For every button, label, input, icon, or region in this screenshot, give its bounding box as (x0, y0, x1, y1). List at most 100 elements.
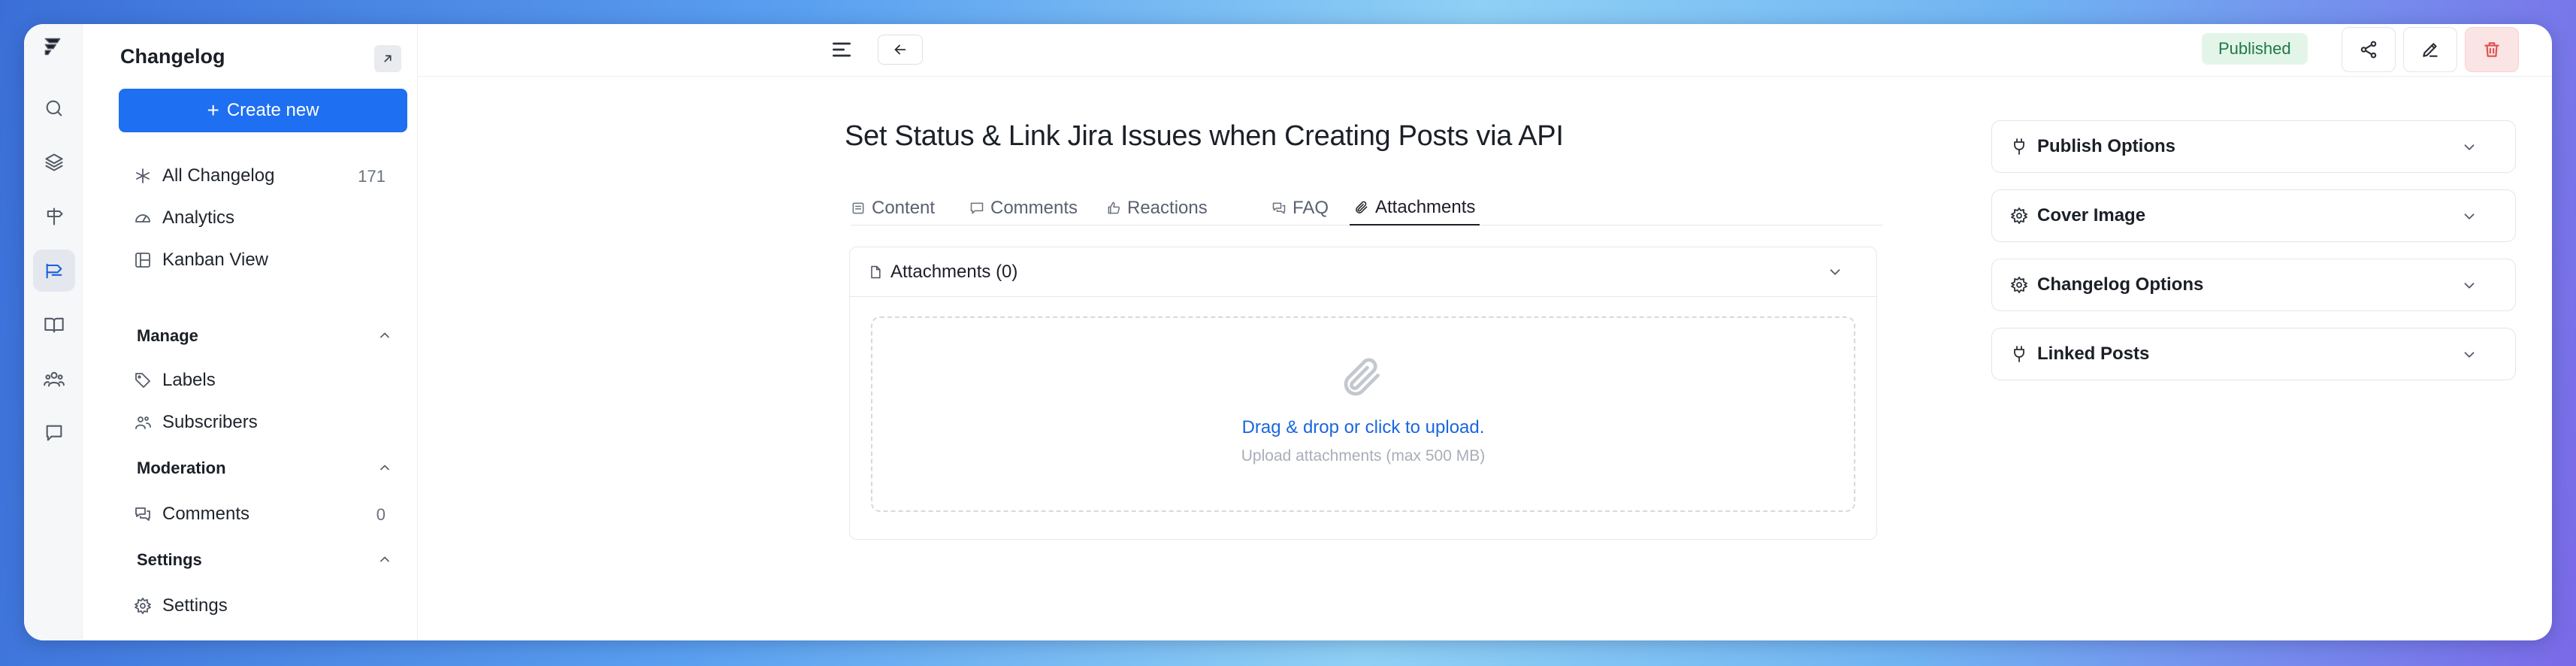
create-new-label: Create new (226, 100, 319, 120)
rail-search-icon[interactable] (33, 87, 75, 129)
tab-label: Content (872, 198, 936, 218)
rail-chat-icon[interactable] (33, 412, 75, 454)
accordion-label: Linked Posts (2037, 344, 2150, 364)
share-icon (2360, 41, 2377, 59)
toggle-outline-button[interactable] (830, 38, 854, 62)
gauge-icon (135, 214, 150, 223)
sidebar-item-label: All Changelog (162, 165, 275, 186)
rail-book-icon[interactable] (33, 304, 75, 346)
attachment-dropzone[interactable]: Drag & drop or click to upload. Upload a… (871, 316, 1855, 512)
chevron-down-icon (2461, 347, 2478, 363)
manage-collapse-toggle[interactable] (377, 328, 392, 343)
cover-image-accordion[interactable]: Cover Image (1991, 189, 2516, 242)
create-new-button[interactable]: + Create new (119, 89, 407, 132)
linked-posts-accordion[interactable]: Linked Posts (1991, 328, 2516, 380)
trash-icon (2484, 42, 2499, 57)
post-title: Set Status & Link Jira Issues when Creat… (845, 120, 1564, 152)
sidebar-title: Changelog (120, 45, 225, 68)
tab-label: Attachments (1375, 197, 1476, 217)
subscribers-icon (135, 416, 151, 429)
moderation-collapse-toggle[interactable] (377, 460, 392, 475)
tab-faq[interactable]: FAQ (1271, 191, 1329, 226)
icon-rail (24, 24, 83, 640)
section-moderation-title: Moderation (137, 459, 226, 477)
sidebar-item-comments[interactable]: Comments (134, 504, 401, 525)
paperclip-icon (1339, 354, 1386, 401)
accordion-label: Cover Image (2037, 205, 2146, 226)
edit-button[interactable] (2403, 27, 2457, 72)
sidebar-item-settings[interactable]: Settings (134, 595, 228, 616)
sidebar-item-labels[interactable]: Labels (134, 370, 216, 391)
sidebar: Changelog + Create new All Changelog 171… (83, 24, 418, 640)
gear-icon (135, 598, 151, 614)
dropzone-instruction[interactable]: Drag & drop or click to upload. (872, 417, 1854, 438)
arrow-up-right-icon (384, 55, 392, 62)
arrow-left-icon (894, 44, 906, 55)
thumbs-up-icon (1108, 201, 1120, 214)
file-icon (871, 265, 881, 278)
pencil-icon (2423, 43, 2438, 57)
back-button[interactable] (878, 35, 923, 65)
sidebar-item-subscribers[interactable]: Subscribers (134, 412, 258, 433)
gear-icon (2011, 207, 2027, 224)
plug-icon (2014, 138, 2024, 155)
chevron-down-icon (1830, 269, 1840, 275)
plus-icon: + (207, 98, 219, 122)
paperclip-icon (1356, 201, 1368, 213)
sidebar-item-analytics[interactable]: Analytics (134, 207, 234, 229)
document-icon (852, 202, 864, 214)
comments-icon (135, 507, 150, 521)
tab-reactions[interactable]: Reactions (1106, 191, 1208, 226)
status-badge: Published (2202, 33, 2308, 65)
rail-layers-icon[interactable] (33, 141, 75, 183)
rail-users-icon[interactable] (33, 358, 75, 400)
comments-count: 0 (376, 505, 385, 524)
sidebar-item-kanban-view[interactable]: Kanban View (134, 250, 268, 271)
tab-content[interactable]: Content (851, 191, 935, 226)
attachments-panel: Attachments (0) Drag & drop or click to … (849, 247, 1877, 540)
attachments-collapse-toggle[interactable] (1827, 264, 1843, 280)
chevron-down-icon (2461, 277, 2478, 294)
sidebar-item-label: Subscribers (162, 412, 258, 432)
kanban-icon (135, 253, 150, 268)
sidebar-item-label: Labels (162, 370, 216, 390)
chevron-up-icon (380, 332, 389, 338)
open-external-button[interactable] (374, 45, 401, 72)
sidebar-item-label: Kanban View (162, 250, 268, 270)
tab-label: FAQ (1293, 198, 1329, 218)
share-button[interactable] (2342, 27, 2396, 72)
attachments-header-label: Attachments (0) (890, 261, 1018, 282)
accordion-label: Publish Options (2037, 136, 2175, 156)
faq-icon (1272, 202, 1286, 214)
comment-icon (970, 202, 984, 214)
tag-icon (135, 373, 150, 388)
tab-comments[interactable]: Comments (969, 191, 1078, 226)
changelog-options-accordion[interactable]: Changelog Options (1991, 259, 2516, 311)
sidebar-item-label: Comments (162, 504, 250, 524)
publish-options-accordion[interactable]: Publish Options (1991, 120, 2516, 173)
post-tabs: Content Comments Reactions FAQ Attachmen… (851, 191, 1883, 226)
rail-changelog-icon[interactable] (33, 250, 75, 292)
attachments-header[interactable]: Attachments (0) (850, 247, 1876, 297)
sparkle-icon (136, 168, 150, 183)
chevron-down-icon (2461, 139, 2478, 156)
section-manage-title: Manage (137, 326, 198, 345)
chevron-up-icon (380, 556, 389, 562)
app-logo-icon[interactable] (42, 36, 65, 60)
tab-label: Reactions (1127, 198, 1208, 218)
sidebar-item-label: Settings (162, 595, 228, 616)
delete-button[interactable] (2465, 27, 2519, 72)
section-settings-title: Settings (137, 550, 202, 569)
settings-collapse-toggle[interactable] (377, 552, 392, 567)
rail-signpost-icon[interactable] (33, 195, 75, 238)
menu-lines-icon (833, 42, 851, 57)
top-bar: Published (418, 24, 2552, 77)
sidebar-item-label: Analytics (162, 207, 235, 228)
all-changelog-count: 171 (358, 167, 385, 186)
tab-attachments[interactable]: Attachments (1350, 191, 1480, 226)
app-window: Changelog + Create new All Changelog 171… (24, 24, 2552, 640)
gear-icon (2011, 277, 2027, 293)
chevron-up-icon (380, 465, 389, 471)
chevron-down-icon (2461, 208, 2478, 225)
tab-label: Comments (990, 198, 1078, 218)
